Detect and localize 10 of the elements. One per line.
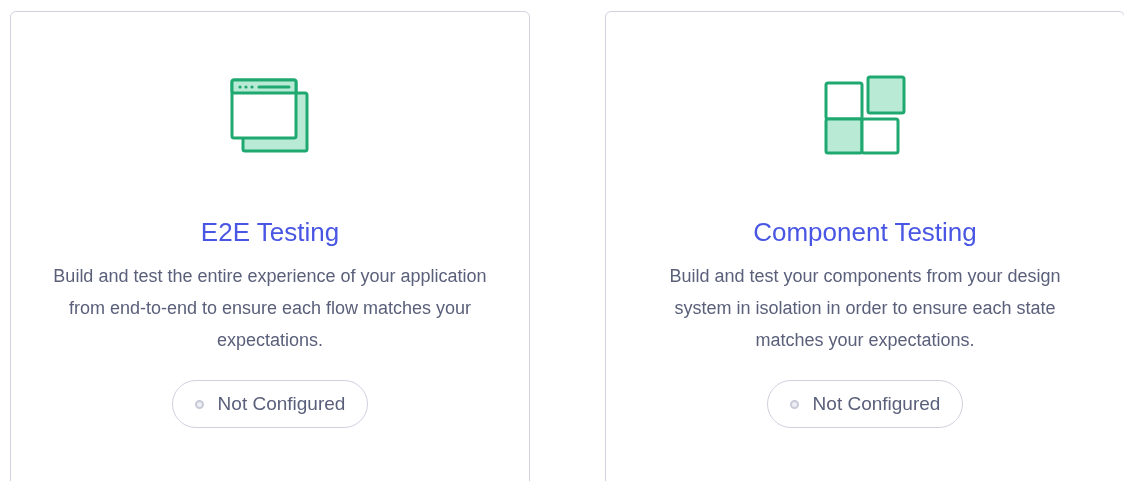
card-title: E2E Testing (200, 216, 340, 248)
testing-type-card[interactable]: Component Testing Build and test your components from your design system in isolation in order to ensure each state matches your expectations. Not Configured (605, 11, 1124, 481)
component-blocks-icon (824, 75, 906, 157)
card-description: Build and test your components from your design system in isolation in order to ensure each state matches your expectations. (668, 265, 1062, 352)
card-description: Build and test the entire experience of your application from end-to-end to ensure each flow matches your expectations. (52, 265, 488, 352)
card-title: Component Testing (753, 216, 977, 248)
status-label: Not Configured (812, 391, 941, 416)
browser-windows-icon (229, 77, 311, 155)
status-label: Not Configured (217, 391, 346, 416)
testing-type-card[interactable]: E2E Testing Build and test the entire experience of your application from end-to-end to ensure each flow matches your expectations. Not Configured (10, 11, 530, 481)
